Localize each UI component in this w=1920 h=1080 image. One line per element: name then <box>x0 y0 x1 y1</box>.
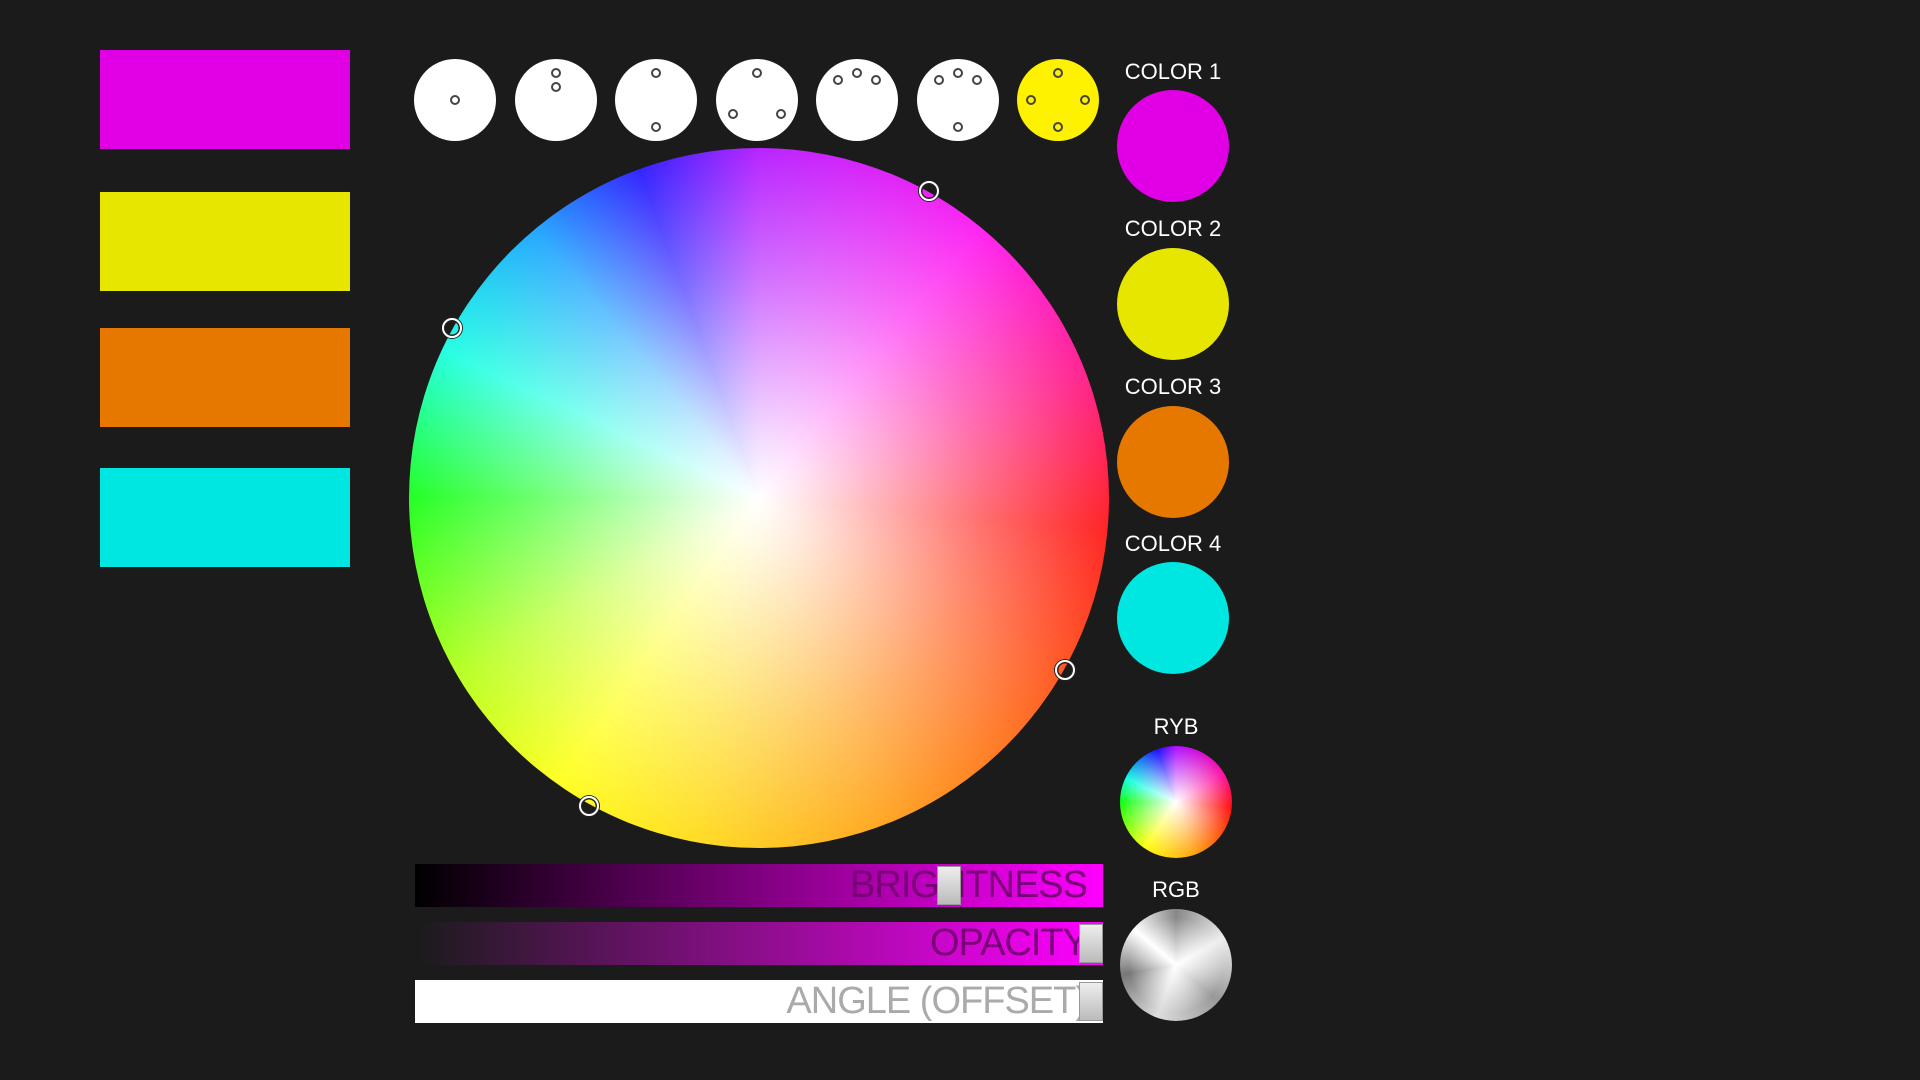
point-icon <box>1026 95 1036 105</box>
angle-offset-slider-handle[interactable] <box>1079 982 1103 1021</box>
point-icon <box>551 82 561 92</box>
mode-square[interactable] <box>1017 59 1099 141</box>
brightness-slider-handle[interactable] <box>937 866 961 905</box>
point-icon <box>871 75 881 85</box>
point-icon <box>752 68 762 78</box>
point-icon <box>972 75 982 85</box>
mode-analogous-2[interactable] <box>515 59 597 141</box>
mode-analogous-3[interactable] <box>816 59 898 141</box>
point-icon <box>651 68 661 78</box>
point-icon <box>776 109 786 119</box>
point-icon <box>953 122 963 132</box>
ryb-wheel-button[interactable] <box>1120 746 1232 858</box>
color-2-label: COLOR 2 <box>1124 216 1222 241</box>
color-wheel[interactable] <box>409 148 1109 848</box>
palette-swatch-2[interactable] <box>100 192 350 291</box>
mode-monochrome[interactable] <box>414 59 496 141</box>
point-icon <box>833 75 843 85</box>
angle-offset-label: ANGLE (OFFSET) <box>786 980 1088 1022</box>
angle-offset-slider[interactable]: ANGLE (OFFSET) <box>415 980 1103 1023</box>
point-icon <box>551 68 561 78</box>
palette-swatch-4[interactable] <box>100 468 350 567</box>
mode-triad[interactable] <box>716 59 798 141</box>
color-4-circle[interactable] <box>1117 562 1229 674</box>
point-icon <box>450 95 460 105</box>
point-icon <box>852 68 862 78</box>
point-icon <box>934 75 944 85</box>
wheel-handle-4[interactable] <box>442 318 462 338</box>
color-3-circle[interactable] <box>1117 406 1229 518</box>
palette-swatch-3[interactable] <box>100 328 350 427</box>
wheel-handle-2[interactable] <box>1055 660 1075 680</box>
opacity-label: OPACITY <box>930 922 1088 964</box>
mode-complementary[interactable] <box>615 59 697 141</box>
brightness-slider[interactable]: BRIGHTNESS <box>415 864 1103 907</box>
wheel-handle-1[interactable] <box>919 181 939 201</box>
palette-swatch-1[interactable] <box>100 50 350 149</box>
point-icon <box>953 68 963 78</box>
ryb-label: RYB <box>1153 714 1199 739</box>
rgb-wheel-button[interactable] <box>1120 909 1232 1021</box>
opacity-slider-handle[interactable] <box>1079 924 1103 963</box>
color-2-circle[interactable] <box>1117 248 1229 360</box>
point-icon <box>651 122 661 132</box>
mode-split-complementary[interactable] <box>917 59 999 141</box>
opacity-slider[interactable]: OPACITY <box>415 922 1103 965</box>
color-1-circle[interactable] <box>1117 90 1229 202</box>
point-icon <box>1053 122 1063 132</box>
color-1-label: COLOR 1 <box>1124 59 1222 84</box>
point-icon <box>1053 68 1063 78</box>
point-icon <box>1080 95 1090 105</box>
color-4-label: COLOR 4 <box>1124 531 1222 556</box>
rgb-label: RGB <box>1152 877 1200 902</box>
wheel-handle-3[interactable] <box>579 796 599 816</box>
point-icon <box>728 109 738 119</box>
brightness-label: BRIGHTNESS <box>849 864 1088 906</box>
color-3-label: COLOR 3 <box>1124 374 1222 399</box>
